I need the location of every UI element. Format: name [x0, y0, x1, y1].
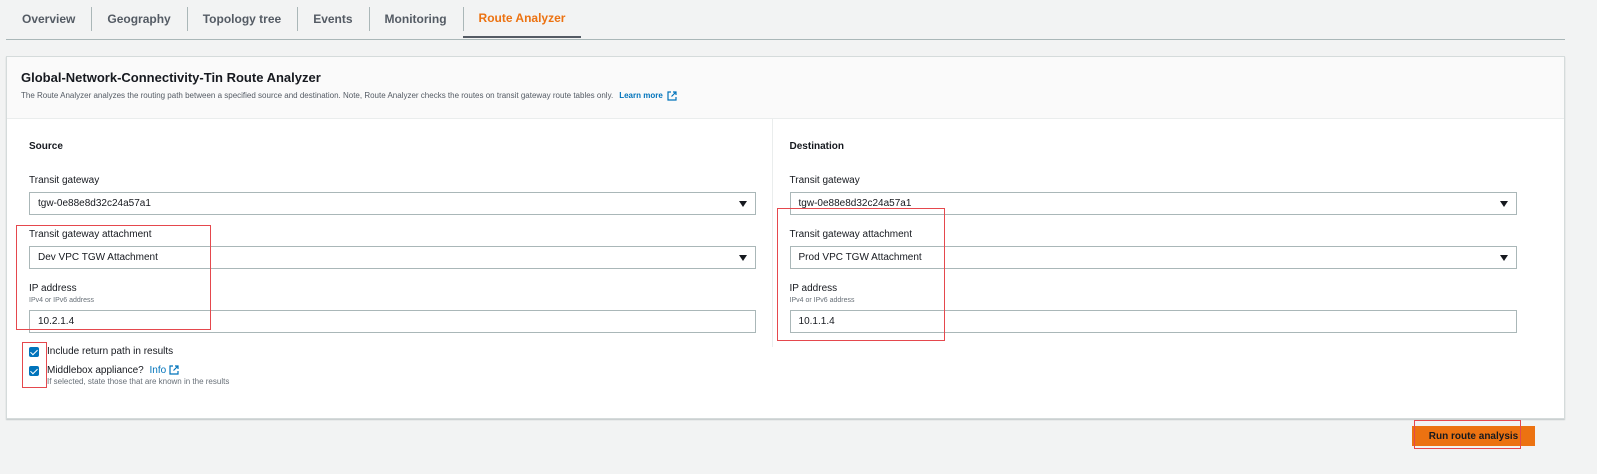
- middlebox-label: Middlebox appliance?: [47, 365, 144, 376]
- tab-route-analyzer[interactable]: Route Analyzer: [462, 0, 582, 38]
- middlebox-option[interactable]: Middlebox appliance? Info If selected, s…: [29, 365, 229, 387]
- run-route-analysis-button[interactable]: Run route analysis: [1412, 426, 1535, 446]
- field-label: Transit gateway attachment: [29, 229, 152, 240]
- destination-column: Destination Transit gateway tgw-0e88e8d3…: [773, 119, 1564, 347]
- tab-monitoring[interactable]: Monitoring: [368, 0, 463, 38]
- caret-down-icon: [739, 254, 747, 261]
- source-title: Source: [29, 141, 63, 152]
- tab-topology-tree[interactable]: Topology tree: [186, 0, 297, 38]
- source-attachment-select[interactable]: Dev VPC TGW Attachment: [29, 246, 756, 269]
- tab-label: Monitoring: [384, 12, 447, 26]
- destination-attachment-field: Transit gateway attachment Prod VPC TGW …: [789, 229, 1564, 269]
- field-label: Transit gateway: [29, 175, 100, 186]
- middlebox-info-link[interactable]: Info: [150, 365, 167, 376]
- destination-title: Destination: [789, 141, 844, 152]
- route-analyzer-card: Global-Network-Connectivity-Tin Route An…: [6, 56, 1565, 419]
- source-transit-gateway-field: Transit gateway tgw-0e88e8d32c24a57a1: [29, 175, 772, 215]
- destination-transit-gateway-field: Transit gateway tgw-0e88e8d32c24a57a1: [789, 175, 1564, 215]
- field-label: Transit gateway attachment: [789, 229, 912, 240]
- external-link-icon[interactable]: [169, 365, 179, 375]
- card-header: Global-Network-Connectivity-Tin Route An…: [7, 57, 1564, 119]
- field-hint: IPv4 or IPv6 address: [29, 297, 94, 304]
- destination-ip-field: IP address IPv4 or IPv6 address 10.1.1.4: [789, 283, 1564, 333]
- return-path-checkbox[interactable]: [29, 347, 39, 357]
- tab-label: Route Analyzer: [478, 11, 566, 25]
- source-ip-input[interactable]: 10.2.1.4: [29, 310, 756, 333]
- tab-events[interactable]: Events: [297, 0, 368, 38]
- field-label: IP address: [789, 283, 838, 294]
- card-title: Global-Network-Connectivity-Tin Route An…: [21, 70, 321, 85]
- select-value: Dev VPC TGW Attachment: [38, 252, 158, 263]
- input-value: 10.1.1.4: [798, 316, 835, 327]
- caret-down-icon: [739, 200, 747, 207]
- field-label: IP address: [29, 283, 77, 294]
- description-text: The Route Analyzer analyzes the routing …: [21, 91, 614, 100]
- select-value: tgw-0e88e8d32c24a57a1: [798, 198, 912, 209]
- field-hint: IPv4 or IPv6 address: [789, 297, 855, 304]
- tab-label: Topology tree: [202, 12, 282, 26]
- caret-down-icon: [1499, 200, 1508, 207]
- learn-more-link[interactable]: Learn more: [619, 91, 663, 101]
- source-transit-gateway-select[interactable]: tgw-0e88e8d32c24a57a1: [29, 192, 756, 215]
- destination-attachment-select[interactable]: Prod VPC TGW Attachment: [789, 246, 1517, 269]
- source-destination-columns: Source Transit gateway tgw-0e88e8d32c24a…: [7, 119, 1564, 347]
- return-path-option[interactable]: Include return path in results: [29, 346, 229, 358]
- select-value: tgw-0e88e8d32c24a57a1: [38, 198, 151, 209]
- tab-overview[interactable]: Overview: [6, 0, 91, 38]
- card-description: The Route Analyzer analyzes the routing …: [21, 91, 1550, 101]
- destination-transit-gateway-select[interactable]: tgw-0e88e8d32c24a57a1: [789, 192, 1517, 215]
- source-ip-field: IP address IPv4 or IPv6 address 10.2.1.4: [29, 283, 772, 333]
- source-attachment-field: Transit gateway attachment Dev VPC TGW A…: [29, 229, 772, 269]
- external-link-icon[interactable]: [667, 91, 677, 101]
- tab-geography[interactable]: Geography: [91, 0, 186, 38]
- middlebox-help-text: If selected, state those that are known …: [47, 377, 230, 386]
- caret-down-icon: [1499, 254, 1508, 261]
- middlebox-text: Middlebox appliance? Info If selected, s…: [47, 365, 229, 387]
- tab-label: Events: [313, 12, 353, 26]
- field-label: Transit gateway: [789, 175, 860, 186]
- options-group: Include return path in results Middlebox…: [29, 346, 229, 394]
- middlebox-checkbox[interactable]: [29, 366, 39, 376]
- select-value: Prod VPC TGW Attachment: [798, 252, 922, 263]
- tab-label: Geography: [107, 12, 171, 26]
- tab-label: Overview: [22, 12, 76, 26]
- return-path-label: Include return path in results: [47, 346, 174, 357]
- tab-bar: Overview Geography Topology tree Events …: [6, 0, 1565, 40]
- source-column: Source Transit gateway tgw-0e88e8d32c24a…: [7, 119, 773, 347]
- input-value: 10.2.1.4: [38, 316, 75, 327]
- middlebox-label-row: Middlebox appliance? Info: [47, 365, 229, 377]
- destination-ip-input[interactable]: 10.1.1.4: [789, 310, 1517, 333]
